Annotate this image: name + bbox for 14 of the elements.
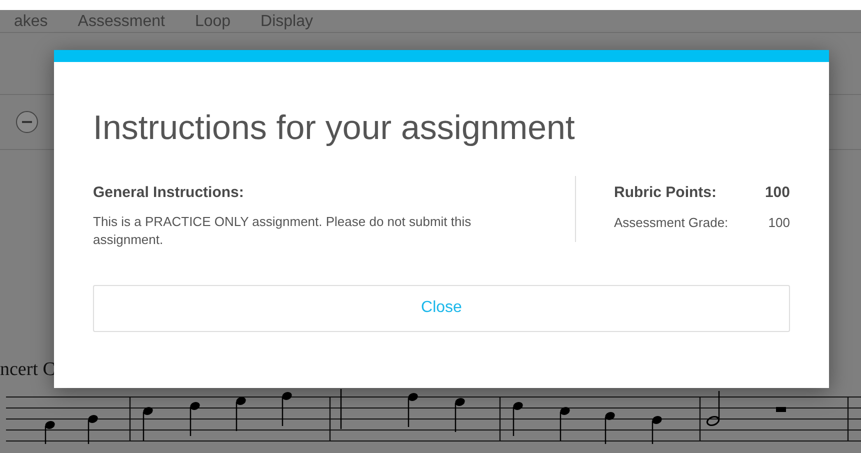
menu-item[interactable]: Loop: [194, 12, 231, 32]
zoom-out-icon[interactable]: [16, 111, 38, 133]
dialog-title: Instructions for your assignment: [93, 108, 576, 148]
section-heading: General Instructions:: [93, 183, 245, 203]
menu-item[interactable]: akes: [14, 12, 48, 32]
score-title: ncert C: [0, 358, 56, 382]
menu-item[interactable]: Display: [260, 12, 313, 32]
assessment-grade-label: Assessment Grade:: [614, 214, 728, 232]
rubric-points-value: 100: [764, 183, 790, 203]
menu-item[interactable]: Assessment: [78, 12, 165, 32]
rubric-points-label: Rubric Points:: [614, 183, 717, 203]
assessment-grade-value: 100: [768, 214, 790, 232]
close-button[interactable]: Close: [93, 284, 790, 332]
instructions-text: This is a PRACTICE ONLY assignment. Please do not submit this assignment.: [93, 212, 472, 248]
